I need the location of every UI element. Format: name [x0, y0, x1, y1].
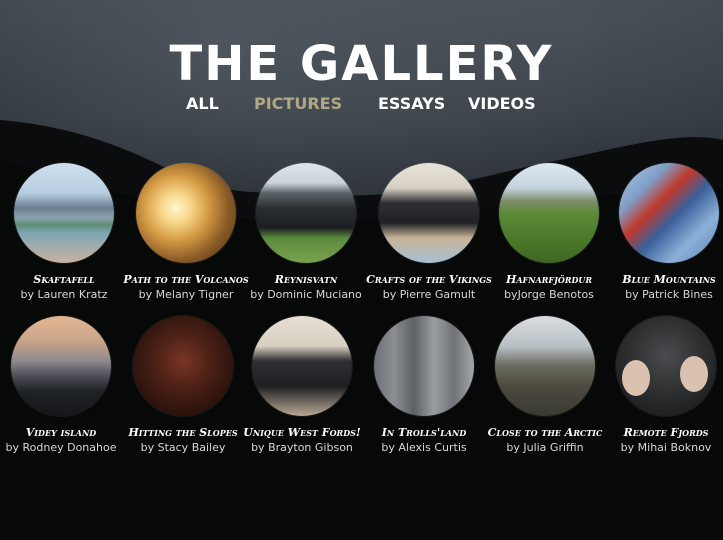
item-author: by Stacy Bailey: [140, 441, 226, 454]
item-author: byJorge Benotos: [504, 288, 594, 301]
gallery-item-in-trollsland[interactable]: In Trolls'land by Alexis Curtis: [359, 316, 489, 454]
thumbnail[interactable]: [619, 163, 719, 263]
gallery-item-videy-island[interactable]: Videy island by Rodney Donahoe: [0, 316, 126, 454]
item-title[interactable]: Hafnarfjördur: [484, 273, 614, 286]
item-author: by Lauren Kratz: [20, 288, 108, 301]
item-author: by Brayton Gibson: [251, 441, 353, 454]
feet-in-sand-image: [622, 356, 708, 396]
thumbnail[interactable]: [374, 316, 474, 416]
item-title[interactable]: Close to the Arctic: [480, 426, 610, 439]
item-title[interactable]: Path to the Volcanos: [121, 273, 251, 286]
item-author: by Mihai Boknov: [620, 441, 712, 454]
thumbnail[interactable]: [499, 163, 599, 263]
thumbnail[interactable]: [379, 163, 479, 263]
item-title[interactable]: Remote Fjords: [601, 426, 723, 439]
gallery-item-hitting-the-slopes[interactable]: Hitting the Slopes by Stacy Bailey: [118, 316, 248, 454]
item-title[interactable]: Reynisvatn: [241, 273, 371, 286]
gallery-item-remote-fjords[interactable]: Remote Fjords by Mihai Boknov: [601, 316, 723, 454]
item-title[interactable]: Videy island: [0, 426, 126, 439]
nav-essays[interactable]: ESSAYS: [378, 94, 445, 113]
thumbnail[interactable]: [133, 316, 233, 416]
item-title[interactable]: Blue Mountains: [604, 273, 723, 286]
nav-videos[interactable]: VIDEOS: [468, 94, 536, 113]
thumbnail[interactable]: [495, 316, 595, 416]
thumbnail[interactable]: [252, 316, 352, 416]
item-author: by Julia Griffin: [506, 441, 584, 454]
gallery-item-hafnarfjordur[interactable]: Hafnarfjördur byJorge Benotos: [484, 163, 614, 301]
gallery-item-path-to-the-volcanos[interactable]: Path to the Volcanos by Melany Tigner: [121, 163, 251, 301]
gallery-nav: ALL PICTURES ESSAYS VIDEOS: [0, 94, 723, 118]
thumbnail[interactable]: [616, 316, 716, 416]
item-title[interactable]: In Trolls'land: [359, 426, 489, 439]
item-author: by Patrick Bines: [625, 288, 713, 301]
item-author: by Pierre Gamult: [382, 288, 476, 301]
item-author: by Rodney Donahoe: [5, 441, 117, 454]
item-author: by Melany Tigner: [138, 288, 234, 301]
gallery-item-reynisvatn[interactable]: Reynisvatn by Dominic Muciano: [241, 163, 371, 301]
gallery-item-skaftafell[interactable]: Skaftafell by Lauren Kratz: [0, 163, 129, 301]
gallery-item-unique-west-fords[interactable]: Unique West Fords! by Brayton Gibson: [237, 316, 367, 454]
gallery-item-close-to-the-arctic[interactable]: Close to the Arctic by Julia Griffin: [480, 316, 610, 454]
thumbnail[interactable]: [11, 316, 111, 416]
thumbnail[interactable]: [256, 163, 356, 263]
item-title[interactable]: Skaftafell: [0, 273, 129, 286]
item-title[interactable]: Hitting the Slopes: [118, 426, 248, 439]
nav-all[interactable]: ALL: [186, 94, 219, 113]
page-title: THE GALLERY: [169, 36, 554, 92]
nav-pictures[interactable]: PICTURES: [254, 94, 342, 113]
thumbnail[interactable]: [14, 163, 114, 263]
thumbnail[interactable]: [136, 163, 236, 263]
item-title[interactable]: Crafts of the Vikings: [364, 273, 494, 286]
gallery-item-blue-mountains[interactable]: Blue Mountains by Patrick Bines: [604, 163, 723, 301]
item-title[interactable]: Unique West Fords!: [237, 426, 367, 439]
gallery-item-crafts-of-the-vikings[interactable]: Crafts of the Vikings by Pierre Gamult: [364, 163, 494, 301]
item-author: by Alexis Curtis: [381, 441, 467, 454]
item-author: by Dominic Muciano: [250, 288, 362, 301]
